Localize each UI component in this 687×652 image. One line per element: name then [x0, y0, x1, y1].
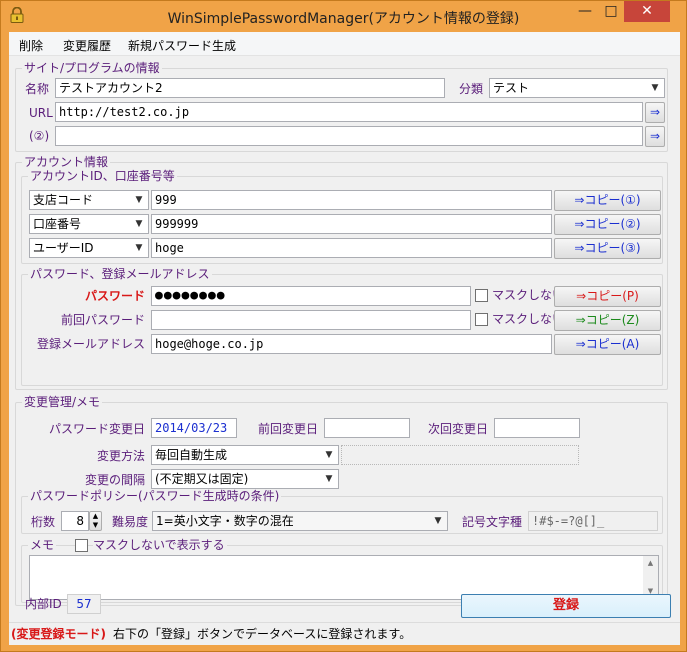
account-group-label: アカウント情報: [22, 155, 111, 169]
status-mode: (変更登録モード): [11, 627, 106, 641]
interval-label: 変更の間隔: [84, 473, 145, 487]
chevron-down-icon: ▼: [434, 516, 442, 526]
copy-button-3[interactable]: ⇒コピー(③): [554, 238, 661, 259]
minimize-button[interactable]: —: [572, 1, 598, 22]
id-type-select-1[interactable]: 支店コード ▼: [29, 190, 149, 210]
chevron-down-icon: ▼: [325, 450, 333, 460]
name-input[interactable]: テストアカウント2: [55, 78, 445, 98]
app-window: WinSimplePasswordManager(アカウント情報の登録) — □…: [0, 0, 687, 652]
internal-id-value: 57: [67, 594, 101, 614]
name-label: 名称: [25, 82, 50, 96]
difficulty-value: 1=英小文字・数字の混在: [156, 514, 294, 528]
password-input[interactable]: ●●●●●●●●: [151, 286, 471, 306]
digits-stepper[interactable]: ▲ ▼: [89, 511, 102, 531]
chevron-down-icon: ▼: [135, 195, 143, 205]
pw-changed-label: パスワード変更日: [48, 422, 145, 436]
scroll-up-icon[interactable]: ▲: [643, 556, 658, 570]
pw-changed-input[interactable]: 2014/03/23: [151, 418, 237, 438]
url-input[interactable]: http://test2.co.jp: [55, 102, 643, 122]
id-type-value-2: 口座番号: [33, 217, 82, 231]
method-select[interactable]: 毎回自動生成 ▼: [151, 445, 339, 465]
method-extra-input[interactable]: [341, 445, 579, 465]
copy-email-button[interactable]: ⇒コピー(A): [554, 334, 661, 355]
id-type-select-2[interactable]: 口座番号 ▼: [29, 214, 149, 234]
prev-changed-input[interactable]: [324, 418, 410, 438]
next-changed-label: 次回変更日: [428, 422, 489, 436]
url2-input[interactable]: [55, 126, 643, 146]
digits-label: 桁数: [31, 515, 56, 529]
internal-id-label: 内部ID: [25, 597, 62, 611]
main-panel: サイト/プログラムの情報 名称 テストアカウント2 分類 テスト ▼ URL h…: [9, 56, 680, 616]
password-nomask-checkbox[interactable]: [475, 289, 488, 302]
copy-button-1[interactable]: ⇒コピー(①): [554, 190, 661, 211]
prev-password-label: 前回パスワード: [60, 313, 145, 327]
interval-value: (不定期又は固定): [155, 472, 249, 486]
open-url-button[interactable]: ⇒: [645, 102, 665, 123]
email-input[interactable]: hoge@hoge.co.jp: [151, 334, 552, 354]
memo-group-label: メモ: [28, 538, 57, 552]
status-message: 右下の「登録」ボタンでデータベースに登録されます。: [113, 627, 412, 641]
site-group-label: サイト/プログラムの情報: [22, 61, 162, 75]
register-button[interactable]: 登録: [461, 594, 671, 618]
id-value-input-2[interactable]: 999999: [151, 214, 552, 234]
open-url2-button[interactable]: ⇒: [645, 126, 665, 147]
stepper-up-icon[interactable]: ▲: [90, 512, 101, 521]
status-bar: (変更登録モード) 右下の「登録」ボタンでデータベースに登録されます。: [9, 622, 680, 645]
menu-delete[interactable]: 削除: [19, 37, 43, 54]
digits-input[interactable]: 8: [61, 511, 89, 531]
category-select[interactable]: テスト ▼: [489, 78, 665, 98]
title-bar[interactable]: WinSimplePasswordManager(アカウント情報の登録) — □…: [1, 1, 686, 32]
memo-show-checkbox[interactable]: [75, 539, 88, 552]
maximize-button[interactable]: □: [598, 1, 624, 22]
menu-generate-password[interactable]: 新規パスワード生成: [128, 37, 236, 54]
url-label: URL: [29, 106, 53, 120]
password-group-label: パスワード、登録メールアドレス: [28, 267, 212, 281]
category-value: テスト: [493, 81, 530, 95]
id-value-input-3[interactable]: hoge: [151, 238, 552, 258]
method-label: 変更方法: [96, 449, 145, 463]
menu-history[interactable]: 変更履歴: [63, 37, 111, 54]
password-label: パスワード: [84, 289, 145, 303]
next-changed-input[interactable]: [494, 418, 580, 438]
memo-scrollbar[interactable]: ▲ ▼: [643, 556, 658, 599]
symbols-label: 記号文字種: [462, 515, 523, 529]
account-ids-label: アカウントID、口座番号等: [28, 169, 177, 183]
chevron-down-icon: ▼: [135, 243, 143, 253]
prev-nomask-checkbox[interactable]: [475, 313, 488, 326]
id-type-value-1: 支店コード: [33, 193, 94, 207]
copy-password-button[interactable]: ⇒コピー(P): [554, 286, 661, 307]
change-group-label: 変更管理/メモ: [22, 395, 103, 409]
email-label: 登録メールアドレス: [36, 337, 145, 351]
chevron-down-icon: ▼: [651, 83, 659, 93]
interval-select[interactable]: (不定期又は固定) ▼: [151, 469, 339, 489]
close-button[interactable]: ✕: [624, 1, 670, 22]
copy-button-2[interactable]: ⇒コピー(②): [554, 214, 661, 235]
menu-bar: 削除 変更履歴 新規パスワード生成: [9, 32, 680, 56]
category-label: 分類: [459, 82, 484, 96]
copy-prev-password-button[interactable]: ⇒コピー(Z): [554, 310, 661, 331]
difficulty-select[interactable]: 1=英小文字・数字の混在 ▼: [152, 511, 448, 531]
stepper-down-icon[interactable]: ▼: [90, 521, 101, 530]
memo-show-label: マスクしないで表示する: [93, 538, 227, 552]
id-value-input-1[interactable]: 999: [151, 190, 552, 210]
client-area: 削除 変更履歴 新規パスワード生成 サイト/プログラムの情報 名称 テストアカウ…: [9, 32, 680, 645]
policy-group-label: パスワードポリシー(パスワード生成時の条件): [28, 489, 282, 503]
symbols-input[interactable]: !#$-=?@[]_: [528, 511, 658, 531]
method-value: 毎回自動生成: [155, 448, 228, 462]
url2-label: (②): [29, 129, 50, 143]
chevron-down-icon: ▼: [135, 219, 143, 229]
prev-changed-label: 前回変更日: [258, 422, 319, 436]
id-type-value-3: ユーザーID: [33, 241, 94, 255]
prev-password-input[interactable]: [151, 310, 471, 330]
id-type-select-3[interactable]: ユーザーID ▼: [29, 238, 149, 258]
chevron-down-icon: ▼: [325, 474, 333, 484]
difficulty-label: 難易度: [112, 515, 149, 529]
